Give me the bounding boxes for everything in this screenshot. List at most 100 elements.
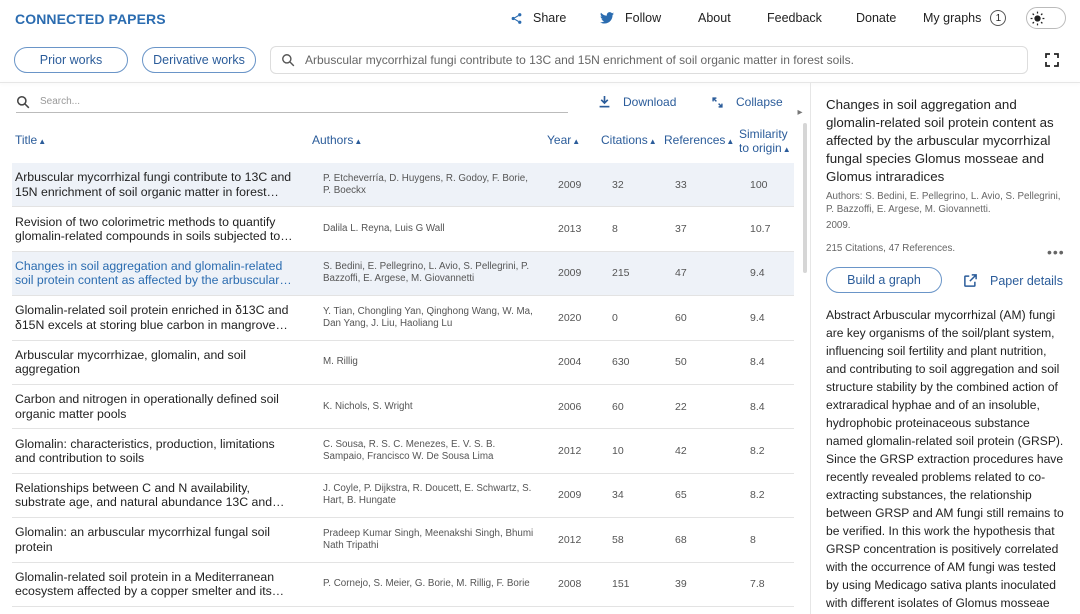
share-label: Share bbox=[533, 11, 567, 25]
download-button[interactable]: Download bbox=[599, 95, 676, 109]
row-year: 2020 bbox=[558, 311, 582, 324]
column-header-title[interactable]: Title▲︎ bbox=[15, 133, 46, 149]
row-title: Carbon and nitrogen in operationally def… bbox=[15, 392, 279, 421]
row-references: 37 bbox=[675, 223, 687, 236]
paper-details-label: Paper details bbox=[990, 273, 1063, 288]
feedback-link[interactable]: Feedback bbox=[767, 11, 822, 25]
row-title: Revision of two colorimetric methods to … bbox=[15, 214, 293, 244]
row-authors: P. Etcheverría, D. Huygens, R. Godoy, F.… bbox=[323, 172, 528, 196]
external-link-icon bbox=[964, 274, 977, 287]
detail-year: 2009. bbox=[826, 220, 851, 231]
row-citations: 60 bbox=[612, 400, 624, 413]
collapse-label: Collapse bbox=[736, 95, 783, 109]
table-row[interactable]: Glomalin: an arbuscular mycorrhizal fung… bbox=[12, 518, 794, 563]
row-authors: C. Sousa, R. S. C. Menezes, E. V. S. B. … bbox=[323, 439, 496, 463]
table-row[interactable]: Arbuscular mycorrhizal fungi contribute … bbox=[12, 163, 794, 208]
row-references: 39 bbox=[675, 578, 687, 591]
row-references: 60 bbox=[675, 311, 687, 324]
more-options-icon[interactable]: ••• bbox=[1047, 244, 1065, 260]
my-graphs-count-badge: 1 bbox=[990, 10, 1007, 26]
row-similarity: 9.4 bbox=[750, 311, 765, 324]
row-authors: M. Rillig bbox=[323, 356, 358, 368]
brand-logo[interactable]: CONNECTED PAPERS bbox=[15, 11, 166, 27]
follow-link[interactable]: Follow bbox=[600, 11, 661, 25]
row-title: Relationships between C and N availabili… bbox=[15, 480, 273, 510]
row-similarity: 10.7 bbox=[750, 223, 771, 236]
theme-toggle[interactable] bbox=[1026, 7, 1066, 29]
detail-title: Changes in soil aggregation and glomalin… bbox=[826, 97, 1054, 184]
column-header-similarity[interactable]: Similarity to origin▲︎ bbox=[739, 127, 791, 157]
paper-search-query: Arbuscular mycorrhizal fungi contribute … bbox=[305, 53, 854, 67]
row-authors: S. Bedini, E. Pellegrino, L. Avio, S. Pe… bbox=[323, 261, 530, 285]
donate-link[interactable]: Donate bbox=[856, 11, 896, 25]
row-citations: 151 bbox=[612, 578, 630, 591]
row-similarity: 8 bbox=[750, 533, 756, 546]
row-citations: 34 bbox=[612, 489, 624, 502]
row-references: 33 bbox=[675, 178, 687, 191]
collapse-button[interactable]: Collapse bbox=[712, 95, 783, 109]
table-row[interactable]: Glomalin-related soil protein enriched i… bbox=[12, 296, 794, 341]
row-similarity: 100 bbox=[750, 178, 768, 191]
table-row[interactable]: Changes in soil aggregation and glomalin… bbox=[12, 251, 794, 297]
row-references: 50 bbox=[675, 356, 687, 369]
build-graph-button[interactable]: Build a graph bbox=[826, 267, 942, 293]
sort-icon: ▲︎ bbox=[726, 137, 735, 146]
detail-abstract: Abstract Arbuscular mycorrhizal (AM) fun… bbox=[826, 308, 1064, 610]
row-title: Glomalin-related soil protein in a Medit… bbox=[15, 569, 285, 599]
my-graphs-link[interactable]: My graphs 1 bbox=[923, 10, 1007, 26]
detail-counts: 215 Citations, 47 References. bbox=[826, 243, 956, 254]
row-authors: K. Nichols, S. Wright bbox=[323, 400, 413, 412]
column-header-references[interactable]: References▲︎ bbox=[664, 133, 734, 149]
paper-details-link[interactable]: Paper details bbox=[963, 273, 1063, 288]
search-icon bbox=[282, 54, 295, 67]
download-icon bbox=[599, 96, 610, 108]
column-header-year[interactable]: Year▲︎ bbox=[547, 133, 580, 149]
table-row[interactable]: Glomalin-related soil protein in a Medit… bbox=[12, 563, 794, 607]
top-nav: CONNECTED PAPERS Share Follow About Feed… bbox=[0, 0, 1080, 38]
row-similarity: 8.2 bbox=[750, 445, 765, 458]
row-citations: 32 bbox=[612, 178, 624, 191]
row-title: Glomalin: an arbuscular mycorrhizal fung… bbox=[15, 525, 270, 554]
table-row[interactable]: Glomalin: characteristics, production, l… bbox=[12, 429, 794, 474]
row-authors: Pradeep Kumar Singh, Meenakshi Singh, Bh… bbox=[323, 527, 534, 551]
row-citations: 10 bbox=[612, 445, 624, 458]
column-header-authors[interactable]: Authors▲︎ bbox=[312, 133, 362, 149]
column-header-citations[interactable]: Citations▲︎ bbox=[601, 133, 657, 149]
row-authors: P. Cornejo, S. Meier, G. Borie, M. Rilli… bbox=[323, 578, 530, 590]
row-year: 2006 bbox=[558, 400, 582, 413]
row-similarity: 8.2 bbox=[750, 489, 765, 502]
download-label: Download bbox=[623, 95, 677, 109]
row-citations: 630 bbox=[612, 356, 630, 369]
row-year: 2009 bbox=[558, 178, 582, 191]
paper-table: Arbuscular mycorrhizal fungi contribute … bbox=[12, 163, 794, 607]
row-year: 2012 bbox=[558, 533, 582, 546]
follow-label: Follow bbox=[625, 11, 662, 25]
row-title: Glomalin-related soil protein enriched i… bbox=[15, 303, 289, 332]
row-references: 68 bbox=[675, 533, 687, 546]
row-year: 2012 bbox=[558, 445, 582, 458]
fullscreen-icon[interactable] bbox=[1044, 52, 1060, 68]
row-citations: 58 bbox=[612, 533, 624, 546]
row-citations: 215 bbox=[612, 267, 630, 280]
sort-icon: ▲︎ bbox=[648, 137, 657, 146]
list-scrollbar[interactable] bbox=[803, 123, 807, 273]
collapse-icon bbox=[712, 96, 723, 108]
graph-toolbar: Prior works Derivative works Arbuscular … bbox=[0, 38, 1080, 82]
table-row[interactable]: Carbon and nitrogen in operationally def… bbox=[12, 385, 794, 430]
share-icon bbox=[511, 12, 522, 24]
table-row[interactable]: Relationships between C and N availabili… bbox=[12, 474, 794, 519]
list-search-field[interactable]: Search... bbox=[16, 91, 568, 113]
twitter-icon bbox=[600, 12, 614, 24]
list-search-placeholder: Search... bbox=[40, 96, 81, 107]
paper-search-box[interactable]: Arbuscular mycorrhizal fungi contribute … bbox=[270, 46, 1028, 74]
derivative-works-button[interactable]: Derivative works bbox=[142, 47, 256, 73]
chevron-right-icon: ▸ bbox=[797, 106, 803, 118]
row-year: 2009 bbox=[558, 267, 582, 280]
row-similarity: 9.4 bbox=[750, 267, 765, 280]
table-row[interactable]: Arbuscular mycorrhizae, glomalin, and so… bbox=[12, 341, 794, 385]
about-link[interactable]: About bbox=[698, 11, 731, 25]
share-link[interactable]: Share bbox=[510, 11, 566, 25]
sort-icon: ▲︎ bbox=[38, 137, 47, 146]
table-row[interactable]: Revision of two colorimetric methods to … bbox=[12, 207, 794, 252]
prior-works-button[interactable]: Prior works bbox=[14, 47, 128, 73]
